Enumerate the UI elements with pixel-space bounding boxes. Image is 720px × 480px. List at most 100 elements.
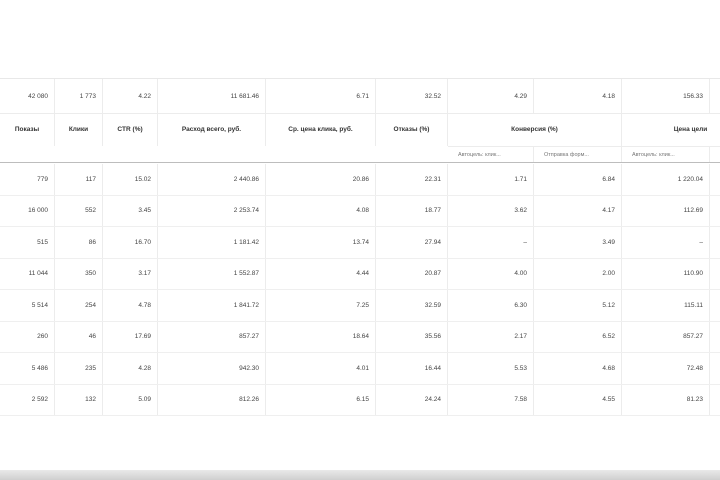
header-bounces[interactable]: Отказы (%) bbox=[376, 112, 448, 146]
table-row: 5 514 254 4.78 1 841.72 7.25 32.59 6.30 … bbox=[0, 290, 720, 322]
header-avg-cpc[interactable]: Ср. цена клика, руб. bbox=[266, 112, 376, 146]
cell-clicks: 132 bbox=[55, 384, 103, 415]
cell-spend: 2 253.74 bbox=[158, 195, 266, 226]
subheader-price-goal-2[interactable]: О bbox=[710, 146, 720, 162]
cell-conversion-1: 3.62 bbox=[448, 195, 534, 226]
cell-avg-cpc: 18.64 bbox=[266, 321, 376, 352]
table-body: 779 117 15.02 2 440.86 20.86 22.31 1.71 … bbox=[0, 164, 720, 416]
subheader-spacer bbox=[266, 146, 376, 162]
header-ctr[interactable]: CTR (%) bbox=[103, 112, 158, 146]
horizontal-scrollbar[interactable] bbox=[0, 470, 720, 480]
cell-avg-cpc: 4.44 bbox=[266, 258, 376, 289]
subheader-conv-goal-2[interactable]: Отправка форм... bbox=[534, 146, 622, 162]
total-impressions: 42 080 bbox=[0, 79, 55, 113]
cell-ctr: 16.70 bbox=[103, 227, 158, 258]
cell-avg-cpc: 6.15 bbox=[266, 384, 376, 415]
cell-bounces: 24.24 bbox=[376, 384, 448, 415]
subheader-spacer bbox=[0, 146, 55, 162]
cell-goal-price-1: 81.23 bbox=[622, 384, 710, 415]
cell-impressions: 5 514 bbox=[0, 290, 55, 321]
table-row: 16 000 552 3.45 2 253.74 4.08 18.77 3.62… bbox=[0, 195, 720, 227]
cell-impressions: 5 486 bbox=[0, 353, 55, 384]
cell-goal-price-2 bbox=[710, 322, 720, 353]
cell-conversion-1: 1.71 bbox=[448, 164, 534, 195]
cell-goal-price-2 bbox=[710, 164, 720, 195]
cell-goal-price-2 bbox=[710, 227, 720, 258]
subheader-conv-goal-1[interactable]: Автоцель: клик... bbox=[448, 146, 534, 162]
cell-conversion-1: 7.58 bbox=[448, 384, 534, 415]
cell-ctr: 3.17 bbox=[103, 258, 158, 289]
table-row: 2 592 132 5.09 812.26 6.15 24.24 7.58 4.… bbox=[0, 384, 720, 416]
cell-conversion-2: 4.17 bbox=[534, 195, 622, 226]
cell-impressions: 2 592 bbox=[0, 384, 55, 415]
subheader-row: Автоцель: клик... Отправка форм... Автоц… bbox=[0, 146, 720, 163]
cell-conversion-1: 4.00 bbox=[448, 258, 534, 289]
cell-goal-price-2 bbox=[710, 196, 720, 227]
cell-conversion-1: 6.30 bbox=[448, 290, 534, 321]
subheader-spacer bbox=[376, 146, 448, 162]
table-row: 5 486 235 4.28 942.30 4.01 16.44 5.53 4.… bbox=[0, 353, 720, 385]
page-top-blank bbox=[0, 0, 720, 78]
cell-goal-price-2 bbox=[710, 353, 720, 384]
cell-clicks: 117 bbox=[55, 164, 103, 195]
cell-conversion-1: 5.53 bbox=[448, 353, 534, 384]
cell-goal-price-2 bbox=[710, 385, 720, 416]
table-row: 11 044 350 3.17 1 552.87 4.44 20.87 4.00… bbox=[0, 258, 720, 290]
cell-impressions: 779 bbox=[0, 164, 55, 195]
total-conversion-2: 4.18 bbox=[534, 79, 622, 113]
cell-goal-price-1: 72.48 bbox=[622, 353, 710, 384]
cell-spend: 1 841.72 bbox=[158, 290, 266, 321]
cell-clicks: 235 bbox=[55, 353, 103, 384]
table-row: 515 86 16.70 1 181.42 13.74 27.94 – 3.49… bbox=[0, 227, 720, 259]
cell-clicks: 86 bbox=[55, 227, 103, 258]
header-spend[interactable]: Расход всего, руб. bbox=[158, 112, 266, 146]
cell-conversion-2: 6.84 bbox=[534, 164, 622, 195]
subheader-price-goal-1[interactable]: Автоцель: клик... bbox=[622, 146, 710, 162]
cell-avg-cpc: 4.08 bbox=[266, 195, 376, 226]
cell-ctr: 15.02 bbox=[103, 164, 158, 195]
cell-goal-price-1: 1 220.04 bbox=[622, 164, 710, 195]
cell-impressions: 11 044 bbox=[0, 258, 55, 289]
total-bounces: 32.52 bbox=[376, 79, 448, 113]
cell-goal-price-1: 857.27 bbox=[622, 321, 710, 352]
table-row: 260 46 17.69 857.27 18.64 35.56 2.17 6.5… bbox=[0, 321, 720, 353]
total-conversion-1: 4.29 bbox=[448, 79, 534, 113]
cell-bounces: 32.59 bbox=[376, 290, 448, 321]
cell-clicks: 552 bbox=[55, 195, 103, 226]
cell-avg-cpc: 13.74 bbox=[266, 227, 376, 258]
cell-spend: 1 181.42 bbox=[158, 227, 266, 258]
cell-spend: 1 552.87 bbox=[158, 258, 266, 289]
header-goal-price[interactable]: Цена цели bbox=[622, 112, 720, 146]
cell-impressions: 16 000 bbox=[0, 195, 55, 226]
cell-bounces: 16.44 bbox=[376, 353, 448, 384]
cell-impressions: 515 bbox=[0, 227, 55, 258]
cell-bounces: 22.31 bbox=[376, 164, 448, 195]
header-conversion[interactable]: Конверсия (%) bbox=[448, 112, 622, 146]
cell-spend: 812.26 bbox=[158, 384, 266, 415]
cell-conversion-1: 2.17 bbox=[448, 321, 534, 352]
header-impressions[interactable]: Показы bbox=[0, 112, 55, 146]
cell-spend: 857.27 bbox=[158, 321, 266, 352]
cell-conversion-1: – bbox=[448, 227, 534, 258]
cell-bounces: 27.94 bbox=[376, 227, 448, 258]
cell-bounces: 20.87 bbox=[376, 258, 448, 289]
cell-conversion-2: 3.49 bbox=[534, 227, 622, 258]
cell-goal-price-1: – bbox=[622, 227, 710, 258]
cell-conversion-2: 6.52 bbox=[534, 321, 622, 352]
total-spend: 11 681.46 bbox=[158, 79, 266, 113]
subheader-spacer bbox=[55, 146, 103, 162]
cell-ctr: 4.78 bbox=[103, 290, 158, 321]
total-clicks: 1 773 bbox=[55, 79, 103, 113]
cell-goal-price-1: 115.11 bbox=[622, 290, 710, 321]
cell-avg-cpc: 7.25 bbox=[266, 290, 376, 321]
cell-conversion-2: 2.00 bbox=[534, 258, 622, 289]
cell-clicks: 350 bbox=[55, 258, 103, 289]
cell-spend: 942.30 bbox=[158, 353, 266, 384]
cell-avg-cpc: 20.86 bbox=[266, 164, 376, 195]
total-goal-price-1: 156.33 bbox=[622, 79, 710, 113]
cell-conversion-2: 4.68 bbox=[534, 353, 622, 384]
cell-spend: 2 440.86 bbox=[158, 164, 266, 195]
header-clicks[interactable]: Клики bbox=[55, 112, 103, 146]
cell-clicks: 254 bbox=[55, 290, 103, 321]
totals-row: 42 080 1 773 4.22 11 681.46 6.71 32.52 4… bbox=[0, 78, 720, 114]
